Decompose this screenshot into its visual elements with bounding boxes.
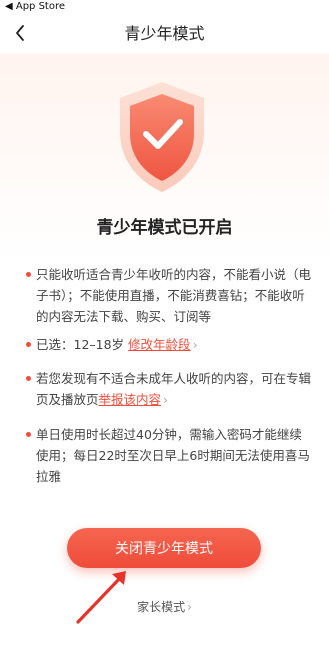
back-to-app-store[interactable]: ◀ App Store [5, 0, 65, 14]
chevron-right-icon: › [192, 337, 198, 352]
back-button[interactable] [6, 19, 34, 47]
bullet-dot [26, 376, 31, 381]
bullet-dot [26, 432, 31, 437]
bullet-dot [26, 272, 31, 277]
close-teen-mode-button[interactable]: 关闭青少年模式 [67, 528, 261, 568]
status-bar: ◀ App Store [0, 0, 329, 14]
report-text: 若您发现有不适合未成年人收听的内容，可在专辑页及播放页 [36, 371, 312, 407]
report-content-link[interactable]: 举报该内容 [99, 392, 162, 407]
change-age-link[interactable]: 修改年龄段 [128, 337, 191, 352]
parent-mode-label: 家长模式 [137, 600, 186, 614]
chevron-right-icon: › [163, 392, 169, 407]
nav-bar: 青少年模式 [0, 14, 329, 54]
mode-status-title: 青少年模式已开启 [96, 218, 233, 238]
age-selected-text: 已选：12–18岁 [36, 337, 129, 352]
rule-item: 单日使用时长超过40分钟，需输入密码才能继续使用；每日22时至次日早上6时期间无… [26, 424, 312, 487]
rule-item: 只能收听适合青少年收听的内容，不能看小说（电子书）；不能使用直播，不能消费喜钻；… [26, 264, 312, 327]
rule-text: 只能收听适合青少年收听的内容，不能看小说（电子书）；不能使用直播，不能消费喜钻；… [36, 267, 312, 324]
bullet-dot [26, 342, 31, 347]
chevron-right-icon: › [187, 600, 192, 614]
rule-item-age: 已选：12–18岁 修改年龄段 › [26, 334, 312, 355]
parent-mode-link[interactable]: 家长模式 › [0, 598, 329, 615]
page-title: 青少年模式 [124, 24, 205, 43]
rule-item-report: 若您发现有不适合未成年人收听的内容，可在专辑页及播放页举报该内容 › [26, 368, 312, 410]
chevron-left-icon [16, 25, 24, 41]
rule-text: 单日使用时长超过40分钟，需输入密码才能继续使用；每日22时至次日早上6时期间无… [36, 427, 310, 484]
shield-check-icon [120, 82, 204, 192]
annotation-arrow [76, 571, 126, 624]
